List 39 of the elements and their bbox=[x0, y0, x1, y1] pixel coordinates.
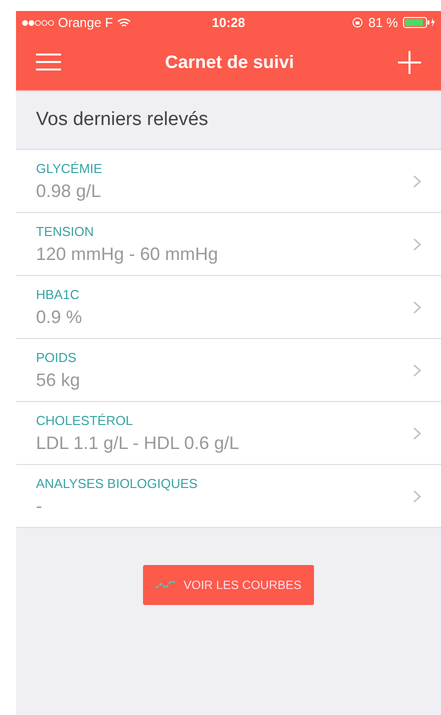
reading-value: 0.98 g/L bbox=[36, 180, 102, 202]
reading-label: HBA1C bbox=[36, 286, 80, 302]
chevron-right-icon bbox=[413, 426, 421, 440]
chevron-right-icon bbox=[413, 238, 421, 250]
reading-label: POIDS bbox=[36, 350, 78, 364]
rotation-lock-icon bbox=[352, 17, 364, 28]
chart-line-icon bbox=[155, 580, 178, 590]
plus-icon bbox=[398, 50, 421, 74]
reading-row[interactable]: CHOLESTÉROL LDL 1.1 g/L - HDL 0.6 g/L bbox=[16, 402, 441, 465]
reading-row[interactable]: POIDS 56 kg bbox=[16, 339, 441, 402]
reading-label: GLYCÉMIE bbox=[36, 160, 104, 176]
reading-label: TENSION bbox=[36, 224, 95, 238]
chevron-right-icon bbox=[413, 364, 421, 376]
reading-row[interactable]: HBA1C 0.9 % bbox=[16, 276, 441, 339]
wifi-icon bbox=[116, 18, 131, 28]
menu-icon bbox=[36, 53, 61, 71]
menu-button[interactable] bbox=[36, 53, 61, 71]
chevron-right-icon bbox=[413, 490, 421, 502]
reading-value: 56 kg bbox=[36, 370, 82, 390]
reading-label: CHOLESTÉROL bbox=[36, 412, 134, 428]
reading-value: 120 mmHg - 60 mmHg bbox=[36, 244, 220, 264]
reading-row[interactable]: TENSION 120 mmHg - 60 mmHg bbox=[16, 213, 441, 276]
screen-title: Carnet de suivi bbox=[164, 52, 294, 72]
clock-time: 10:28 bbox=[212, 15, 246, 30]
reading-label: ANALYSES BIOLOGIQUES bbox=[36, 476, 199, 490]
reading-row[interactable]: GLYCÉMIE 0.98 g/L bbox=[16, 150, 441, 213]
battery-icon bbox=[403, 17, 435, 28]
chevron-right-icon bbox=[413, 174, 421, 188]
reading-value: LDL 1.1 g/L - HDL 0.6 g/L bbox=[36, 432, 240, 454]
battery-percent: 81 % bbox=[368, 15, 398, 30]
reading-row[interactable]: ANALYSES BIOLOGIQUES - bbox=[16, 465, 441, 528]
view-curves-button[interactable]: VOIR LES COURBES bbox=[143, 565, 314, 605]
add-button[interactable] bbox=[398, 50, 421, 74]
reading-value: - bbox=[36, 496, 43, 516]
carrier-name: Orange F bbox=[58, 15, 113, 30]
section-title: Vos derniers relevés bbox=[36, 109, 208, 131]
reading-value: 0.9 % bbox=[36, 306, 84, 328]
chevron-right-icon bbox=[413, 300, 421, 314]
signal-icon bbox=[22, 20, 54, 26]
